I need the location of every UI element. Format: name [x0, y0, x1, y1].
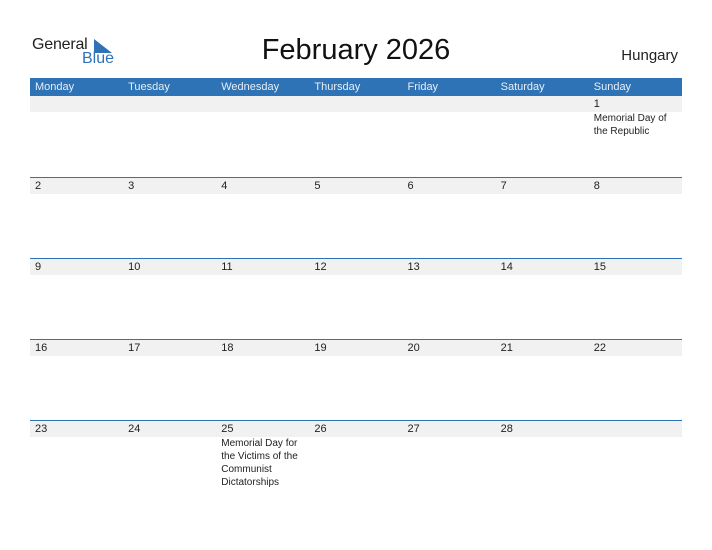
day-number: 25: [221, 423, 234, 435]
week-row: 2 3 4 5 6 7 8: [30, 177, 682, 258]
day-number: 9: [35, 261, 42, 273]
day-cell: 27: [403, 421, 496, 501]
day-cell: 25 Memorial Day for the Victims of the Co…: [216, 421, 309, 501]
day-number: 20: [407, 342, 420, 354]
day-cell: 19: [309, 340, 402, 420]
weekday-tuesday: Tuesday: [128, 81, 170, 93]
day-number: 8: [593, 180, 600, 192]
weekday-monday: Monday: [35, 81, 75, 93]
week-row: 1 Memorial Day of the Republic: [30, 96, 682, 177]
day-number: 22: [593, 342, 606, 354]
week-row: 23 24 25 Memorial Day for the Victims of th…: [30, 420, 682, 501]
day-cell: 7: [496, 178, 589, 258]
day-cell: 22: [589, 340, 682, 420]
day-cell: 15: [589, 259, 682, 339]
page-title: February 2026: [261, 34, 451, 66]
day-cell: [496, 96, 589, 177]
day-cell: [589, 421, 682, 501]
week-row: 16 17 18 19 20 21 22: [30, 339, 682, 420]
day-cell: 23: [30, 421, 123, 501]
day-cell: 5: [309, 178, 402, 258]
day-number: 21: [500, 342, 513, 354]
day-number: 28: [500, 423, 513, 435]
day-number: 3: [128, 180, 135, 192]
day-cell: 13: [403, 259, 496, 339]
day-number: [408, 96, 496, 112]
day-number: [314, 96, 402, 112]
day-number: 6: [407, 180, 414, 192]
day-cell: 24: [123, 421, 216, 501]
day-number: [221, 96, 309, 112]
day-cell: 10: [123, 259, 216, 339]
day-cell: 17: [123, 340, 216, 420]
calendar-grid: Monday Tuesday Wednesday Thursday Friday…: [30, 78, 682, 501]
holiday-label: Memorial Day for the Victims of the Comm…: [221, 438, 298, 488]
day-number: 10: [128, 261, 141, 273]
day-number: [128, 96, 216, 112]
weekday-saturday: Saturday: [500, 81, 545, 93]
weekday-thursday: Thursday: [314, 81, 361, 93]
week-row: 9 10 11 12 13 14 15: [30, 258, 682, 339]
day-number: 2: [35, 180, 42, 192]
day-cell: 18: [216, 340, 309, 420]
day-number: 12: [314, 261, 327, 273]
day-cell: 1 Memorial Day of the Republic: [589, 96, 682, 177]
day-cell: 12: [309, 259, 402, 339]
day-number: 19: [314, 342, 327, 354]
day-cell: 8: [589, 178, 682, 258]
day-number: [501, 96, 589, 112]
day-cell: 6: [403, 178, 496, 258]
weekday-header: Monday Tuesday Wednesday Thursday Friday…: [30, 78, 682, 96]
day-number: 27: [407, 423, 420, 435]
day-cell: 20: [403, 340, 496, 420]
day-number: 16: [35, 342, 48, 354]
day-cell: [403, 96, 496, 177]
day-cell: 2: [30, 178, 123, 258]
day-cell: 9: [30, 259, 123, 339]
day-cell: 26: [309, 421, 402, 501]
day-cell: 14: [496, 259, 589, 339]
weekday-sunday: Sunday: [593, 81, 632, 93]
day-cell: 21: [496, 340, 589, 420]
day-cell: 3: [123, 178, 216, 258]
day-number: 26: [314, 423, 327, 435]
day-cell: 16: [30, 340, 123, 420]
day-cell: [30, 96, 123, 177]
day-number: 14: [500, 261, 513, 273]
day-cell: [216, 96, 309, 177]
day-number: 4: [221, 180, 228, 192]
day-number: 11: [221, 261, 233, 273]
day-cell: 28: [496, 421, 589, 501]
weekday-wednesday: Wednesday: [221, 81, 280, 93]
day-number: [35, 96, 123, 112]
day-number: [594, 421, 682, 437]
day-number: 5: [314, 180, 321, 192]
day-number: 13: [407, 261, 420, 273]
country-label: Hungary: [621, 47, 678, 64]
day-cell: [123, 96, 216, 177]
day-cell: 11: [216, 259, 309, 339]
day-number: 15: [593, 261, 606, 273]
day-number: 1: [593, 98, 600, 110]
weekday-friday: Friday: [407, 81, 439, 93]
day-number: 17: [128, 342, 141, 354]
day-number: 23: [35, 423, 48, 435]
day-number: 7: [500, 180, 507, 192]
day-number: 18: [221, 342, 234, 354]
day-number: 24: [128, 423, 141, 435]
day-cell: 4: [216, 178, 309, 258]
day-cell: [309, 96, 402, 177]
holiday-label: Memorial Day of the Republic: [593, 113, 667, 137]
